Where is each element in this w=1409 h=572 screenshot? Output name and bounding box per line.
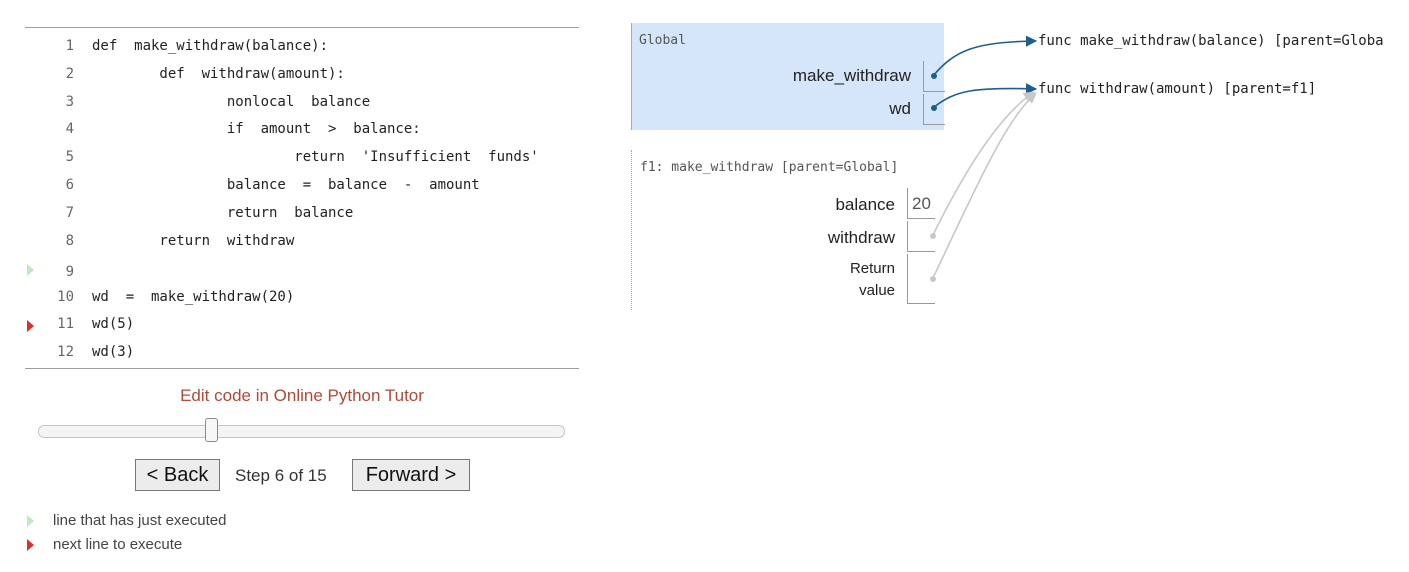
code-line: 5 return 'Insufficient funds' — [25, 144, 579, 172]
code-listing: 1 def make_withdraw(balance): 2 def with… — [25, 27, 579, 369]
line-number: 11 — [57, 316, 74, 332]
return-value-box — [907, 254, 936, 304]
global-frame: Global make_withdraw wd — [631, 23, 945, 130]
pointer-arrow — [932, 92, 1037, 279]
code-line-just-executed: 9 — [25, 255, 579, 283]
pointer-dot-icon — [931, 105, 937, 111]
line-number: 1 — [65, 38, 74, 54]
heap-function-withdraw: func withdraw(amount) [parent=f1] — [1038, 81, 1317, 97]
line-code: if amount > balance: — [92, 121, 421, 137]
next-line-arrow-icon — [27, 539, 34, 551]
variable-value-box — [923, 61, 945, 92]
line-code: balance = balance - amount — [92, 177, 480, 193]
code-line: 3 nonlocal balance — [25, 89, 579, 117]
step-counter: Step 6 of 15 — [235, 466, 327, 485]
line-number: 4 — [65, 121, 74, 137]
variable-value-box — [907, 221, 936, 252]
variable-name: balance — [835, 195, 895, 214]
variable-name: withdraw — [827, 228, 895, 247]
just-executed-arrow-icon — [27, 515, 34, 527]
frame-title: Global — [639, 33, 686, 48]
line-number: 5 — [65, 149, 74, 165]
pointer-arrow — [932, 83, 1038, 109]
pointer-arrow — [932, 35, 1038, 77]
code-line: 10 wd = make_withdraw(20) — [25, 284, 579, 312]
line-code: wd(5) — [92, 316, 135, 332]
frame-title: f1: make_withdraw [parent=Global] — [640, 160, 899, 175]
line-code: nonlocal balance — [92, 94, 371, 110]
line-number: 6 — [65, 177, 74, 193]
slider-handle[interactable] — [205, 418, 219, 442]
pointer-arrow — [932, 91, 1035, 236]
code-line: 1 def make_withdraw(balance): — [25, 33, 579, 61]
f1-frame: f1: make_withdraw [parent=Global] balanc… — [631, 150, 944, 310]
line-number: 2 — [65, 66, 74, 82]
line-code: return withdraw — [92, 233, 295, 249]
variable-name: Return — [849, 260, 895, 277]
pointer-dot-icon — [930, 233, 936, 239]
line-code: def withdraw(amount): — [92, 66, 345, 82]
code-line: 7 return balance — [25, 200, 579, 228]
code-line: 4 if amount > balance: — [25, 116, 579, 144]
slider-track-fill — [39, 426, 213, 437]
variable-value-box — [923, 94, 945, 125]
line-code: return balance — [92, 205, 354, 221]
line-code: def make_withdraw(balance): — [92, 38, 329, 54]
pointer-dot-icon — [931, 73, 937, 79]
code-line: 12 wd(3) — [25, 339, 579, 367]
variable-value: 20 — [912, 194, 931, 213]
variable-name: make_withdraw — [792, 66, 911, 85]
line-number: 7 — [65, 205, 74, 221]
variable-name: wd — [889, 99, 911, 118]
line-code: wd = make_withdraw(20) — [92, 289, 295, 305]
line-number: 10 — [57, 289, 74, 305]
code-line: 6 balance = balance - amount — [25, 172, 579, 200]
step-slider[interactable] — [38, 418, 565, 442]
line-number: 8 — [65, 233, 74, 249]
line-code: wd(3) — [92, 344, 135, 360]
heap-function-make-withdraw: func make_withdraw(balance) [parent=Glob… — [1038, 33, 1384, 49]
pointer-dot-icon — [930, 276, 936, 282]
line-code: return 'Insufficient funds' — [92, 149, 539, 165]
forward-button[interactable]: Forward > — [352, 459, 470, 491]
legend-label: line that has just executed — [53, 512, 227, 529]
variable-name: value — [859, 282, 895, 299]
variable-value-box: 20 — [907, 188, 935, 219]
code-line: 8 return withdraw — [25, 228, 579, 256]
legend-label: next line to execute — [53, 536, 183, 553]
edit-code-link[interactable]: Edit code in Online Python Tutor — [25, 386, 579, 406]
code-line: 2 def withdraw(amount): — [25, 61, 579, 89]
code-line-next-to-execute: 11 wd(5) — [25, 311, 579, 339]
line-number: 3 — [65, 94, 74, 110]
line-number: 9 — [65, 264, 74, 280]
back-button[interactable]: < Back — [135, 459, 220, 491]
line-number: 12 — [57, 344, 74, 360]
